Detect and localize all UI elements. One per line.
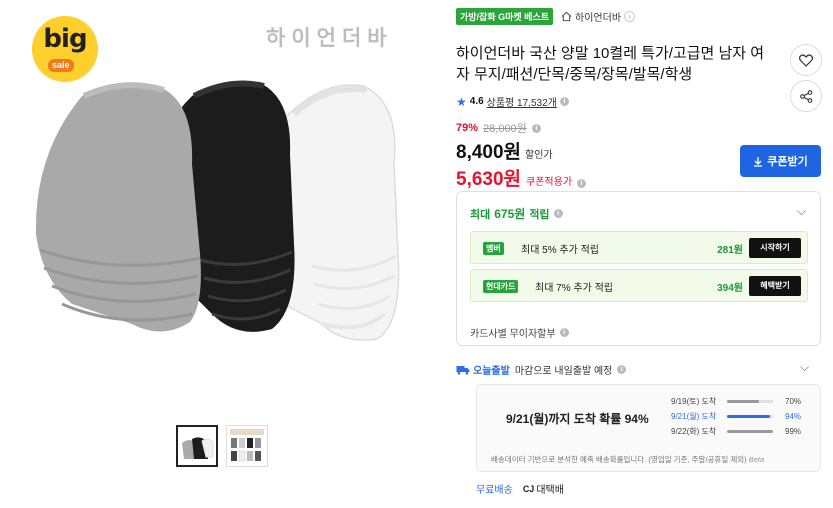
info-icon[interactable]: i [617,365,627,374]
sale-price-label: 할인가 [525,150,553,161]
wishlist-button[interactable] [790,44,822,76]
coupon-price-row: 5,630원 쿠폰적용가 i [456,164,587,191]
best-seller-tag[interactable]: 가방/잡화 G마켓 베스트 [456,7,554,25]
product-gallery: big sale 하이언더바 [0,0,440,508]
sale-price: 8,400원 [456,142,522,163]
points-row-amount: 281원 [717,245,743,256]
tags-row: 가방/잡화 G마켓 베스트 하이언더바 › [456,7,636,25]
main-product-image[interactable]: big sale 하이언더바 [22,4,422,407]
points-box: 최대 675원 적립 i ⌵ 멤버 최대 5% 추가 적립 281원 시작하기 … [456,191,821,346]
thumbnail-socks-image [178,427,216,465]
share-button[interactable] [790,80,822,112]
share-icon [799,89,812,103]
forecast-note-text: 배송데이터 기반으로 분석한 예측 배송확률입니다. (영업일 기준, 주말/공… [491,455,747,464]
card-badge: 현대카드 [483,280,519,293]
points-head-prefix: 최대 [470,208,491,221]
forecast-row: 9/21(월) 도착 94% [671,411,807,422]
points-head-suffix: 적립 [529,208,550,221]
carrier-name: 대택배 [536,485,564,496]
today-shipping-badge: 오늘출발 [456,362,510,377]
thumbnail-2[interactable] [226,425,268,467]
chevron-right-icon: › [624,10,636,22]
coupon-download-button[interactable]: 쿠폰받기 [740,145,821,177]
forecast-headline: 9/21(월)까지 도착 확률 94% [506,412,649,426]
gray-sock [35,82,201,332]
thumbnail-1[interactable] [176,425,218,467]
product-info-panel: 가방/잡화 G마켓 베스트 하이언더바 › 하이언더바 국산 양말 10켤레 특… [440,0,833,508]
coupon-price-label: 쿠폰적용가 [526,177,573,188]
star-icon: ★ [456,94,467,109]
forecast-note: 배송데이터 기반으로 분석한 예측 배송확률입니다. (영업일 기준, 주말/공… [491,454,764,465]
installment-text: 카드사별 무이자할부 [470,329,556,340]
start-button[interactable]: 시작하기 [749,238,801,258]
points-row-text: 최대 5% 추가 적립 [521,245,599,256]
member-badge: 멤버 [483,242,504,255]
thumbnail-strip [176,425,268,467]
forecast-bar [727,430,773,433]
info-icon[interactable]: i [577,179,587,188]
info-icon[interactable]: i [553,209,563,218]
today-shipping-label: 오늘출발 [473,366,510,377]
chevron-down-icon[interactable]: ⌵ [800,360,809,375]
forecast-percent: 99% [785,427,802,436]
shipping-schedule-text: 마감으로 내일출발 예정 [514,366,613,377]
store-link[interactable]: 하이언더바 › [561,9,636,24]
truck-icon [456,365,470,374]
coupon-price: 5,630원 [456,169,522,190]
carrier: CJ 대택배 [522,481,564,497]
delivery-header: 오늘출발 마감으로 내일출발 예정 i [456,362,627,377]
forecast-percent: 94% [785,412,802,421]
home-icon [561,11,572,21]
forecast-percent: 70% [785,397,802,406]
product-title: 하이언더바 국산 양말 10켤레 특가/고급면 남자 여자 무지/패션/단목/중… [456,45,765,83]
points-row-card: 현대카드 최대 7% 추가 적립 394원 혜택받기 [470,269,808,302]
forecast-bar-fill [727,400,760,403]
free-shipping-label: 무료배송 [476,485,513,496]
points-row-member: 멤버 최대 5% 추가 적립 281원 시작하기 [470,231,808,264]
forecast-date: 9/22(화) 도착 [671,427,717,436]
badge-big-text: big [43,24,87,54]
price-block: 79% 28,000원 i 8,400원 할인가 5,630원 쿠폰적용가 i [456,121,587,191]
store-name: 하이언더바 [575,12,622,24]
shipping-row: 무료배송 CJ 대택배 [476,481,564,497]
forecast-bar [727,400,773,403]
rating-value: 4.6 [469,96,484,107]
discount-row: 79% 28,000원 i [456,121,586,135]
badge-sale-text: sale [48,59,74,72]
original-price: 28,000원 [483,123,527,135]
points-row-text: 최대 7% 추가 적립 [535,283,613,294]
coupon-button-label: 쿠폰받기 [767,156,808,168]
forecast-bar-fill [727,415,771,418]
brand-watermark: 하이언더바 [266,27,393,50]
cj-logo-icon: CJ [522,483,535,494]
forecast-date: 9/21(월) 도착 [671,412,717,421]
big-sale-badge: big sale [32,16,98,82]
info-icon[interactable]: i [559,328,569,337]
heart-icon [799,53,813,67]
chevron-down-icon[interactable]: ⌵ [797,204,806,219]
rating-row: ★ 4.6 상품평 17,532개 i [456,94,569,109]
get-benefit-button[interactable]: 혜택받기 [749,276,801,296]
forecast-bar [727,415,773,418]
forecast-date: 9/19(토) 도착 [671,397,717,406]
review-count-link[interactable]: 상품평 17,532개 [487,94,557,109]
discount-rate: 79% [456,122,479,134]
info-icon[interactable]: i [531,123,541,133]
beta-label: Beta [748,455,765,464]
points-header[interactable]: 최대 675원 적립 i [470,205,563,222]
installment-info: 카드사별 무이자할부 i [470,325,569,340]
sale-price-row: 8,400원 할인가 [456,137,586,164]
thumbnail-color-options-image [227,426,267,466]
forecast-row: 9/22(화) 도착 99% [671,426,807,437]
delivery-forecast-box: 9/21(월)까지 도착 확률 94% 9/19(토) 도착 70% 9/21(… [476,384,821,472]
download-icon [754,156,763,167]
points-row-amount: 394원 [717,283,743,294]
points-head-amount: 675원 [494,207,526,221]
info-icon[interactable]: i [559,97,569,106]
forecast-row: 9/19(토) 도착 70% [671,396,807,407]
forecast-bar-fill [727,430,773,433]
